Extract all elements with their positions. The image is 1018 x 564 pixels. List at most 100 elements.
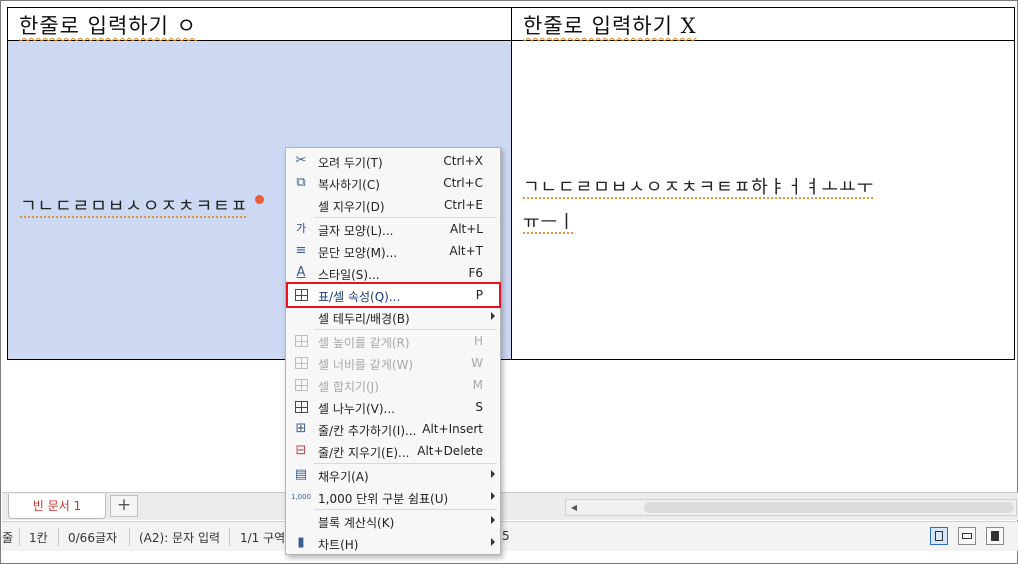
- cell-a1-text: 한줄로 입력하기 ㅇ: [19, 14, 197, 38]
- full-page-icon: [991, 531, 999, 541]
- menu-item-split-cells[interactable]: 셀 나누기(V)... S: [288, 396, 499, 418]
- status-line: 줄: [2, 531, 14, 545]
- menu-item-label: 채우기(A): [318, 470, 369, 484]
- menu-item-style[interactable]: A 스타일(S)... F6: [288, 262, 499, 284]
- menu-item-shortcut: H: [473, 334, 483, 348]
- insert-row-col-icon: ⊞: [295, 421, 307, 436]
- menu-item-shortcut: Alt+L: [450, 222, 483, 236]
- menu-item-label: 복사하기(C): [318, 178, 380, 192]
- menu-item-label: 1,000 단위 구분 쉼표(U): [318, 492, 449, 506]
- status-divider: [229, 528, 230, 546]
- submenu-arrow-icon: [491, 516, 495, 524]
- hwp-window: 한줄로 입력하기 ㅇ 한줄로 입력하기 X ㄱㄴㄷㄹㅁㅂㅅㅇㅈㅊㅋㅌㅍ ㄱㄴㄷㄹ…: [0, 0, 1018, 564]
- menu-item-equal-width[interactable]: 셀 너비를 같게(W) W: [288, 352, 499, 374]
- cursor-caret: [255, 195, 264, 204]
- menu-item-label: 오려 두기(T): [318, 156, 383, 170]
- submenu-arrow-icon: [491, 470, 495, 478]
- status-divider: [58, 528, 59, 546]
- table-cell-a1[interactable]: 한줄로 입력하기 ㅇ: [8, 8, 512, 41]
- table-props-icon: [293, 287, 309, 303]
- cell-b2-line1: ㄱㄴㄷㄹㅁㅂㅅㅇㅈㅊㅋㅌㅍ하ㅑㅓㅕㅗㅛㅜ: [523, 177, 875, 198]
- menu-item-label: 셀 테두리/배경(B): [318, 312, 410, 326]
- menu-item-shortcut: S: [475, 400, 483, 414]
- menu-item-label: 줄/칸 지우기(E)...: [318, 446, 410, 460]
- menu-item-label: 차트(H): [318, 538, 359, 552]
- cell-a2-text: ㄱㄴㄷㄹㅁㅂㅅㅇㅈㅊㅋㅌㅍ: [20, 196, 249, 217]
- menu-item-shortcut: Alt+Insert: [422, 422, 483, 436]
- submenu-arrow-icon: [491, 492, 495, 500]
- menu-item-shortcut: W: [471, 356, 483, 370]
- fit-width-icon: [962, 533, 972, 539]
- menu-item-copy[interactable]: ⧉ 복사하기(C) Ctrl+C: [288, 172, 499, 194]
- menu-item-shortcut: Ctrl+C: [443, 176, 483, 190]
- status-divider: [129, 528, 130, 546]
- merge-cells-icon: [293, 377, 309, 393]
- status-divider: [19, 528, 20, 546]
- equal-width-icon: [293, 355, 309, 371]
- char-shape-icon: 가: [295, 222, 307, 235]
- menu-item-cell-border-bg[interactable]: 셀 테두리/배경(B): [288, 306, 499, 328]
- fill-icon: ▤: [294, 467, 308, 482]
- scrollbar-thumb[interactable]: [644, 502, 1014, 513]
- menu-item-equal-height[interactable]: 셀 높이를 같게(R) H: [288, 330, 499, 352]
- menu-item-label: 블록 계산식(K): [318, 516, 395, 530]
- submenu-arrow-icon: [491, 538, 495, 546]
- menu-item-clear-cell[interactable]: 셀 지우기(D) Ctrl+E: [288, 194, 499, 216]
- menu-item-label: 셀 지우기(D): [318, 200, 385, 214]
- submenu-arrow-icon: [491, 312, 495, 320]
- status-char-count: 0/66글자: [68, 531, 118, 545]
- menu-item-label: 표/셀 속성(Q)...: [318, 290, 401, 304]
- context-menu: ✂ 오려 두기(T) Ctrl+X ⧉ 복사하기(C) Ctrl+C 셀 지우기…: [285, 147, 501, 555]
- cell-b1-text: 한줄로 입력하기 X: [523, 14, 697, 38]
- horizontal-scrollbar[interactable]: ◀: [565, 499, 1017, 516]
- normal-view-button[interactable]: [930, 527, 948, 545]
- menu-item-shortcut: F6: [468, 266, 483, 280]
- chart-icon: ▮: [297, 535, 305, 550]
- table-cell-b1[interactable]: 한줄로 입력하기 X: [512, 8, 1014, 41]
- menu-item-delete-row-col[interactable]: ⊟ 줄/칸 지우기(E)... Alt+Delete: [288, 440, 499, 462]
- paragraph-shape-icon: ≡: [295, 243, 307, 258]
- menu-item-thousand-separator[interactable]: 1,000 1,000 단위 구분 쉼표(U): [288, 486, 499, 508]
- scroll-left-arrow-icon[interactable]: ◀: [568, 502, 580, 513]
- menu-item-cut[interactable]: ✂ 오려 두기(T) Ctrl+X: [288, 150, 499, 172]
- menu-item-insert-row-col[interactable]: ⊞ 줄/칸 추가하기(I)... Alt+Insert: [288, 418, 499, 440]
- thousand-sep-icon: 1,000: [291, 493, 312, 501]
- menu-item-label: 줄/칸 추가하기(I)...: [318, 424, 417, 438]
- menu-item-shortcut: Ctrl+E: [444, 198, 483, 212]
- menu-item-char-shape[interactable]: 가 글자 모양(L)... Alt+L: [288, 218, 499, 240]
- scissors-icon: ✂: [295, 153, 307, 168]
- menu-item-chart[interactable]: ▮ 차트(H): [288, 532, 499, 554]
- menu-item-label: 셀 나누기(V)...: [318, 402, 395, 416]
- document-table: 한줄로 입력하기 ㅇ 한줄로 입력하기 X ㄱㄴㄷㄹㅁㅂㅅㅇㅈㅊㅋㅌㅍ ㄱㄴㄷㄹ…: [7, 7, 1015, 360]
- menu-item-shortcut: P: [475, 288, 483, 302]
- full-view-button[interactable]: [986, 527, 1004, 545]
- width-view-button[interactable]: [958, 527, 976, 545]
- menu-item-label: 문단 모양(M)...: [318, 246, 398, 260]
- split-cells-icon: [293, 399, 309, 415]
- menu-item-label: 셀 합치기(J): [318, 380, 379, 394]
- status-column: 1칸: [29, 531, 48, 545]
- table-cell-b2[interactable]: ㄱㄴㄷㄹㅁㅂㅅㅇㅈㅊㅋㅌㅍ하ㅑㅓㅕㅗㅛㅜ ㅠㅡㅣ: [512, 41, 1014, 359]
- delete-row-col-icon: ⊟: [295, 443, 307, 458]
- status-section: 1/1 구역: [240, 531, 286, 545]
- menu-item-fill[interactable]: ▤ 채우기(A): [288, 464, 499, 486]
- menu-item-label: 셀 너비를 같게(W): [318, 358, 414, 372]
- add-tab-button[interactable]: +: [110, 495, 138, 517]
- menu-item-paragraph-shape[interactable]: ≡ 문단 모양(M)... Alt+T: [288, 240, 499, 262]
- menu-item-shortcut: Ctrl+X: [443, 154, 483, 168]
- menu-item-shortcut: M: [472, 378, 483, 392]
- status-cell-mode: (A2): 문자 입력: [139, 531, 221, 545]
- tab-document-1[interactable]: 빈 문서 1: [8, 494, 106, 519]
- menu-item-block-formula[interactable]: 블록 계산식(K): [288, 510, 499, 532]
- menu-item-label: 스타일(S)...: [318, 268, 380, 282]
- status-bar: 줄 1칸 0/66글자 (A2): 문자 입력 1/1 구역 5: [2, 521, 1018, 551]
- style-icon: A: [296, 265, 306, 280]
- menu-item-shortcut: Alt+Delete: [417, 444, 483, 458]
- page-view-icon: [935, 531, 943, 541]
- menu-item-merge-cells[interactable]: 셀 합치기(J) M: [288, 374, 499, 396]
- copy-icon: ⧉: [296, 175, 306, 190]
- menu-item-label: 글자 모양(L)...: [318, 224, 394, 238]
- cell-b2-line2: ㅠㅡㅣ: [523, 212, 576, 233]
- equal-height-icon: [293, 333, 309, 349]
- menu-item-table-cell-properties[interactable]: 표/셀 속성(Q)... P: [286, 282, 501, 308]
